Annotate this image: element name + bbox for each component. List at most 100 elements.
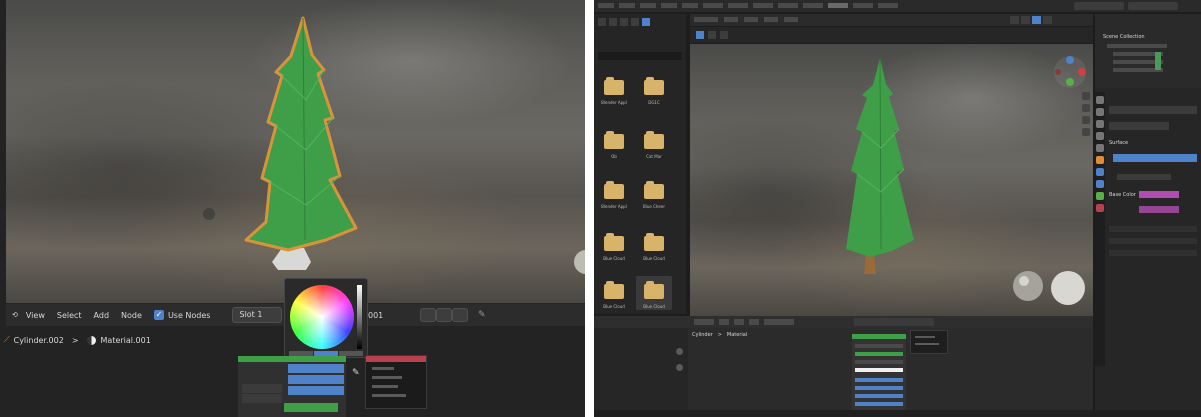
menu-item[interactable]: [719, 319, 729, 325]
use-nodes-checkbox[interactable]: ✓: [153, 310, 164, 320]
panel-row[interactable]: [1109, 238, 1197, 244]
workspace-tab[interactable]: [853, 3, 873, 8]
node-field[interactable]: [288, 364, 344, 373]
menu-item[interactable]: [694, 319, 714, 325]
tool-tab-icon[interactable]: [1096, 96, 1104, 104]
collection-row[interactable]: [1107, 44, 1167, 48]
breadcrumb-object[interactable]: Cylinder: [692, 332, 713, 338]
menu-item[interactable]: [915, 336, 935, 338]
folder-icon[interactable]: [604, 233, 624, 251]
folder-icon[interactable]: [604, 77, 624, 95]
workspace-tab[interactable]: [703, 3, 723, 8]
folder-icon[interactable]: [644, 281, 664, 299]
workspace-tab[interactable]: [778, 3, 798, 8]
tool-icon[interactable]: [720, 31, 728, 39]
node-row-blue[interactable]: [855, 394, 903, 398]
path-field[interactable]: [598, 52, 682, 60]
menu-item[interactable]: [749, 319, 759, 325]
menu-item[interactable]: [764, 17, 778, 22]
pan-icon[interactable]: [1082, 104, 1090, 112]
node-row-blue[interactable]: [855, 402, 903, 406]
material-tab-icon[interactable]: [1096, 204, 1104, 212]
world-tab-icon[interactable]: [1096, 144, 1104, 152]
menu-select[interactable]: Select: [57, 311, 82, 320]
folder-icon[interactable]: [644, 77, 664, 95]
color-wheel[interactable]: [290, 285, 354, 349]
shading-solid[interactable]: [1021, 16, 1030, 24]
slot-dropdown[interactable]: Slot 1: [232, 307, 283, 323]
shading-wireframe[interactable]: [1010, 16, 1019, 24]
menu-item[interactable]: [915, 343, 939, 345]
workspace-tab[interactable]: [753, 3, 773, 8]
folder-icon[interactable]: [644, 233, 664, 251]
property-row[interactable]: [1117, 174, 1171, 180]
right-principled-node[interactable]: [852, 334, 906, 416]
sidebar-tool-icon[interactable]: [676, 364, 683, 371]
menu-add[interactable]: Add: [94, 311, 110, 320]
use-nodes-toggle[interactable]: [764, 319, 794, 325]
workspace-tab[interactable]: [728, 3, 748, 8]
sidebar-tool-icon[interactable]: [676, 348, 683, 355]
menu-item[interactable]: [724, 17, 738, 22]
panel-row[interactable]: [1109, 226, 1197, 232]
surface-shader-field[interactable]: [1113, 154, 1197, 162]
constraints-tab-icon[interactable]: [1096, 192, 1104, 200]
unlink-material-button[interactable]: [452, 308, 468, 322]
pine-tree-left[interactable]: [244, 16, 358, 252]
node-row-white[interactable]: [855, 368, 903, 372]
node-green-field[interactable]: [284, 403, 338, 412]
scene-collection-label[interactable]: Scene Collection: [1103, 34, 1145, 40]
menu-item[interactable]: [661, 3, 677, 8]
menu-item[interactable]: [372, 385, 398, 388]
surface-label[interactable]: Surface: [1109, 140, 1128, 146]
particles-tab-icon[interactable]: [1096, 180, 1104, 188]
node-row-blue[interactable]: [855, 378, 903, 382]
scene-tab-icon[interactable]: [1096, 132, 1104, 140]
principled-node[interactable]: [238, 356, 346, 417]
menu-item[interactable]: [372, 394, 406, 397]
menu-view[interactable]: View: [26, 311, 45, 320]
node-row-blue[interactable]: [855, 386, 903, 390]
gizmo-x-axis[interactable]: [1078, 68, 1086, 76]
folder-icon[interactable]: [644, 131, 664, 149]
shading-material[interactable]: [1032, 16, 1041, 24]
folder-icon[interactable]: [604, 281, 624, 299]
visibility-icons[interactable]: [1155, 52, 1161, 70]
gizmo-neg-x[interactable]: [1055, 69, 1061, 75]
back-button[interactable]: [598, 18, 606, 26]
modifier-tab-icon[interactable]: [1096, 168, 1104, 176]
left-3d-viewport[interactable]: [6, 0, 585, 303]
parent-button[interactable]: [620, 18, 628, 26]
menu-item[interactable]: [619, 3, 635, 8]
zoom-icon[interactable]: [1082, 92, 1090, 100]
tool-icon[interactable]: [708, 31, 716, 39]
forward-button[interactable]: [609, 18, 617, 26]
editor-type-icon[interactable]: ⟲: [12, 311, 18, 319]
menu-item[interactable]: [598, 3, 614, 8]
shading-rendered[interactable]: [1043, 16, 1052, 24]
fake-user-button[interactable]: [420, 308, 436, 322]
folder-icon[interactable]: [644, 181, 664, 199]
panel-row[interactable]: [1109, 250, 1197, 256]
node-field[interactable]: [288, 375, 344, 384]
node-field[interactable]: [288, 386, 344, 395]
eyedropper-icon[interactable]: ✎: [352, 368, 360, 378]
view-mode-button[interactable]: [642, 18, 650, 26]
breadcrumb-material[interactable]: Material: [727, 332, 747, 338]
value-slider[interactable]: [357, 285, 362, 349]
camera-icon[interactable]: [1082, 116, 1090, 124]
view-layer-field[interactable]: [1128, 2, 1178, 10]
base-color-swatch[interactable]: [1139, 191, 1179, 198]
menu-item[interactable]: [640, 3, 656, 8]
output-tab-icon[interactable]: [1096, 120, 1104, 128]
pin-icon[interactable]: ✎: [478, 310, 486, 320]
workspace-tab[interactable]: [878, 3, 898, 8]
gizmo-y-axis[interactable]: [1066, 78, 1074, 86]
node-row-green[interactable]: [855, 352, 903, 356]
right-3d-viewport[interactable]: [690, 44, 1093, 316]
scene-field[interactable]: [1074, 2, 1124, 10]
object-tab-icon[interactable]: [1096, 156, 1104, 164]
gizmo-z-axis[interactable]: [1066, 56, 1074, 64]
render-tab-icon[interactable]: [1096, 108, 1104, 116]
menu-item[interactable]: [682, 3, 698, 8]
